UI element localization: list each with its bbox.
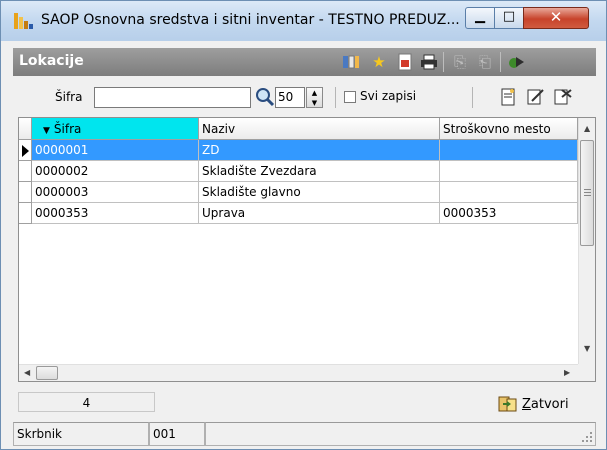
close-button[interactable]: Zatvori <box>498 394 569 414</box>
print-button[interactable] <box>419 52 439 72</box>
cell-sifra[interactable]: 0000003 <box>32 182 199 203</box>
vertical-scrollbar[interactable]: ▲ ▼ <box>578 118 595 366</box>
star-icon: ★ <box>372 53 386 71</box>
table-row[interactable]: 0000002 Skladište Zvezdara <box>19 161 578 182</box>
row-indicator <box>19 140 32 161</box>
locations-table[interactable]: ▼ Šifra Naziv Stroškovno mesto 0000001 ZD… <box>18 117 596 382</box>
status-bar: Skrbnik 001 <box>13 422 596 446</box>
minimize-icon: ▁ <box>475 9 485 24</box>
panel-header: Lokacije ★ ⎘ ⎗ <box>13 48 596 76</box>
table-row[interactable]: 0000001 ZD <box>19 140 578 161</box>
app-logo-icon <box>14 13 33 29</box>
column-header-label: Naziv <box>202 122 236 136</box>
copy-button[interactable]: ⎘ <box>450 52 470 72</box>
cell-naziv[interactable]: Skladište glavno <box>199 182 440 203</box>
search-icon[interactable] <box>254 86 276 108</box>
panel-title: Lokacije <box>19 53 84 69</box>
title-bar[interactable]: SAOP Osnovna sredstva i sitni inventar -… <box>1 1 606 41</box>
printer-icon <box>421 54 437 70</box>
vertical-scroll-thumb[interactable] <box>580 140 594 246</box>
maximize-button[interactable]: □ <box>494 7 524 29</box>
resize-grip-icon[interactable] <box>581 431 593 443</box>
edit-document-icon <box>527 89 544 105</box>
row-indicator <box>19 182 32 203</box>
copy-icon: ⎘ <box>453 53 466 71</box>
cell-naziv[interactable]: ZD <box>199 140 440 161</box>
scroll-corner <box>578 364 595 381</box>
paste-button[interactable]: ⎗ <box>475 52 495 72</box>
cell-mesto[interactable] <box>440 182 578 203</box>
cell-mesto[interactable]: 0000353 <box>440 203 578 224</box>
record-count: 4 <box>18 392 155 412</box>
close-window-button[interactable]: ✕ <box>523 7 589 29</box>
spin-down-icon[interactable]: ▼ <box>307 98 322 108</box>
all-records-label: Svi zapisi <box>360 89 417 103</box>
favorite-button[interactable]: ★ <box>369 52 389 72</box>
status-user-label: Skrbnik <box>13 422 149 446</box>
delete-record-button[interactable] <box>553 88 573 108</box>
table-row[interactable]: 0000003 Skladište glavno <box>19 182 578 203</box>
record-limit-input[interactable]: 50 <box>275 87 305 108</box>
scroll-up-icon[interactable]: ▲ <box>584 124 590 133</box>
minimize-button[interactable]: ▁ <box>465 7 495 29</box>
cell-naziv[interactable]: Uprava <box>199 203 440 224</box>
horizontal-scrollbar[interactable]: ◀ ▶ <box>19 364 578 381</box>
cell-mesto[interactable] <box>440 161 578 182</box>
window-title: SAOP Osnovna sredstva i sitni inventar -… <box>41 12 460 28</box>
scroll-left-icon[interactable]: ◀ <box>24 368 30 377</box>
current-row-pointer-icon <box>22 145 29 157</box>
close-door-icon <box>498 396 517 412</box>
columns-button[interactable] <box>341 52 361 72</box>
status-user-code: 001 <box>149 422 205 446</box>
sort-descending-icon: ▼ <box>43 126 50 136</box>
new-document-icon <box>501 88 515 106</box>
cell-mesto[interactable] <box>440 140 578 161</box>
all-records-checkbox[interactable] <box>344 91 356 103</box>
columns-icon <box>343 55 359 69</box>
new-record-button[interactable] <box>498 88 518 108</box>
column-header-naziv[interactable]: Naziv <box>199 118 440 140</box>
spin-up-icon[interactable]: ▲ <box>307 88 322 98</box>
cell-sifra[interactable]: 0000002 <box>32 161 199 182</box>
row-indicator <box>19 161 32 182</box>
scroll-down-icon[interactable]: ▼ <box>584 344 590 353</box>
close-button-label: Zatvori <box>522 396 569 412</box>
delete-document-icon <box>554 89 572 105</box>
row-indicator-header <box>19 118 32 140</box>
column-header-label: Stroškovno mesto <box>443 122 551 136</box>
exit-button[interactable] <box>507 52 527 72</box>
row-indicator <box>19 203 32 224</box>
toolbar-separator <box>443 52 444 72</box>
edit-record-button[interactable] <box>526 88 546 108</box>
record-limit-stepper[interactable]: ▲ ▼ <box>306 87 323 108</box>
scroll-right-icon[interactable]: ▶ <box>564 368 570 377</box>
export-button[interactable] <box>395 52 415 72</box>
close-icon: ✕ <box>549 8 563 26</box>
document-export-icon <box>398 53 412 71</box>
table-row[interactable]: 0000353 Uprava 0000353 <box>19 203 578 224</box>
cell-naziv[interactable]: Skladište Zvezdara <box>199 161 440 182</box>
paste-icon: ⎗ <box>478 53 491 71</box>
column-header-label: Šifra <box>53 122 82 136</box>
column-header-mesto[interactable]: Stroškovno mesto <box>440 118 578 140</box>
filter-row: Šifra 50 ▲ ▼ Svi zapisi <box>13 78 596 114</box>
filter-separator <box>472 87 473 108</box>
sifra-label: Šifra <box>55 90 83 104</box>
sifra-input[interactable] <box>94 87 251 108</box>
toolbar-separator <box>500 52 501 72</box>
cell-sifra[interactable]: 0000353 <box>32 203 199 224</box>
cell-sifra[interactable]: 0000001 <box>32 140 199 161</box>
column-header-sifra[interactable]: ▼ Šifra <box>32 118 199 140</box>
exit-run-icon <box>509 57 524 68</box>
filter-separator <box>335 87 336 108</box>
status-extra <box>205 422 596 446</box>
horizontal-scroll-thumb[interactable] <box>36 366 58 380</box>
maximize-icon: □ <box>502 9 516 24</box>
app-window: SAOP Osnovna sredstva i sitni inventar -… <box>0 0 607 450</box>
